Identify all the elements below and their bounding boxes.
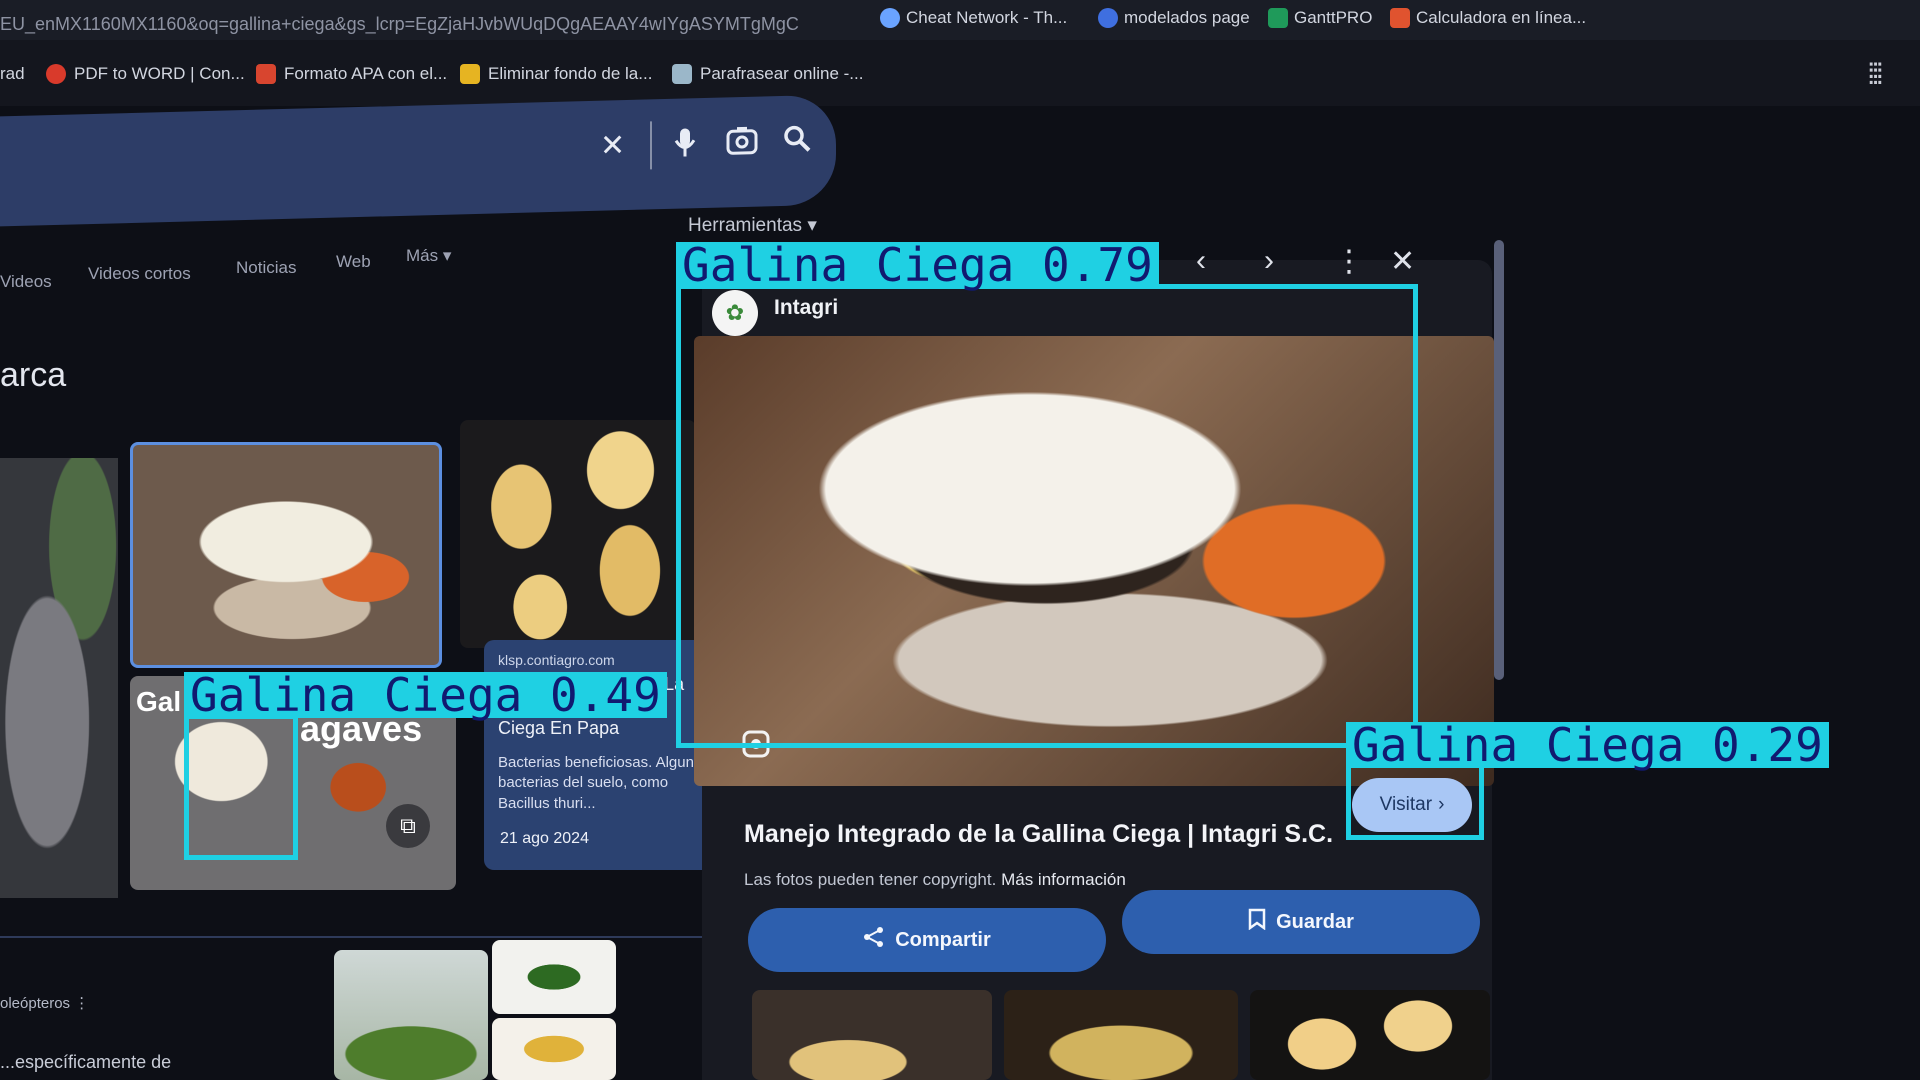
bookmark-parafrasear[interactable]: Parafrasear online -... [672, 64, 863, 84]
bookmark-modelados[interactable]: modelados page [1098, 8, 1250, 28]
search-bar[interactable]: ✕ [0, 94, 836, 228]
related-image[interactable] [1004, 990, 1238, 1080]
detection-box [1346, 762, 1484, 840]
more-info-link[interactable]: Más información [1001, 870, 1126, 889]
image-icon: ⧉ [386, 804, 430, 848]
tools-button[interactable]: Herramientas ▾ [688, 214, 817, 237]
clear-icon[interactable]: ✕ [600, 128, 625, 164]
share-icon [863, 926, 885, 954]
bookmark-label: PDF to WORD | Con... [74, 64, 245, 83]
camera-lens-icon[interactable] [726, 125, 758, 164]
globe-icon [1098, 8, 1118, 28]
bookmark-rad[interactable]: rad [0, 64, 25, 84]
tab-videos[interactable]: Videos [0, 272, 52, 292]
copyright-notice: Las fotos pueden tener copyright. Más in… [744, 870, 1126, 890]
preview-scrollbar[interactable] [1494, 240, 1504, 680]
image-result-field[interactable] [334, 950, 488, 1080]
preview-title[interactable]: Manejo Integrado de la Gallina Ciega | I… [744, 820, 1333, 849]
more-vert-icon[interactable]: ⋮ [1334, 244, 1364, 279]
grid-caption: Gal [136, 686, 182, 717]
tab-mas[interactable]: Más ▾ [406, 246, 451, 266]
chevron-down-icon: ▾ [802, 215, 817, 236]
calculator-icon [1390, 8, 1410, 28]
bookmark-icon [1248, 908, 1266, 936]
chevron-down-icon: ▾ [438, 246, 452, 265]
bookmark-ganttpro[interactable]: GanttPRO [1268, 8, 1372, 28]
bookmark-label: Parafrasear online -... [700, 64, 864, 83]
page-heading: arca [0, 356, 67, 394]
bookmark-eliminar-fondo[interactable]: Eliminar fondo de la... [460, 64, 652, 84]
address-bar[interactable]: EU_enMX1160MX1160&oq=gallina+ciega&gs_lc… [0, 0, 1920, 40]
chevron-left-icon[interactable]: ‹ [1196, 244, 1206, 278]
bookmark-label: rad [0, 64, 25, 83]
bookmark-cheat-network[interactable]: Cheat Network - Th... [880, 8, 1067, 28]
related-image[interactable] [752, 990, 992, 1080]
search-tabs: Videos Videos cortos Noticias Web Más ▾ [0, 236, 700, 291]
copyright-text: Las fotos pueden tener copyright. [744, 870, 997, 889]
save-button[interactable]: Guardar [1122, 890, 1480, 954]
tab-mas-label: Más [406, 246, 439, 265]
tab-web[interactable]: Web [336, 252, 371, 272]
tools-label: Herramientas [688, 215, 803, 236]
detection-label: Galina Ciega 0.29 [1346, 722, 1829, 768]
lower-result-label-text: oleópteros [0, 995, 71, 1012]
apa-icon [256, 64, 276, 84]
pdf-icon [46, 64, 66, 84]
ganttpro-icon [1268, 8, 1288, 28]
save-label: Guardar [1276, 910, 1354, 933]
bookmark-label: GanttPRO [1294, 8, 1373, 27]
lower-result-text: ...específicamente de [0, 1052, 172, 1072]
detection-label: Galina Ciega 0.79 [676, 242, 1159, 288]
more-vert-icon[interactable]: ⋮ [74, 995, 89, 1012]
lower-result-label: oleópteros ⋮ [0, 994, 89, 1012]
chevron-right-icon[interactable]: › [1264, 244, 1274, 278]
bookmark-label: Calculadora en línea... [1416, 8, 1587, 27]
detection-box [676, 284, 1418, 748]
bookmark-label: Cheat Network - Th... [906, 8, 1068, 27]
globe-icon [880, 8, 900, 28]
detection-box [184, 714, 298, 860]
remove-bg-icon [460, 64, 480, 84]
image-result-leaf[interactable] [492, 940, 616, 1014]
bookmarks-bar: rad PDF to WORD | Con... Formato APA con… [0, 40, 1920, 106]
share-button[interactable]: Compartir [748, 908, 1106, 972]
bookmark-label: Formato APA con el... [284, 64, 448, 83]
url-text: EU_enMX1160MX1160&oq=gallina+ciega&gs_lc… [0, 14, 799, 34]
info-card-date: 21 ago 2024 [500, 830, 589, 847]
search-icon[interactable] [782, 123, 812, 162]
tab-noticias[interactable]: Noticias [236, 258, 296, 278]
microphone-icon[interactable] [672, 126, 698, 167]
related-image[interactable] [1250, 990, 1490, 1080]
share-label: Compartir [895, 928, 991, 951]
image-result-seeds[interactable] [492, 1018, 616, 1080]
info-card-description: Bacterias beneficiosas. Algunas bacteria… [498, 754, 710, 812]
search-divider [650, 121, 652, 170]
bookmark-formato-apa[interactable]: Formato APA con el... [256, 64, 447, 84]
paraphrase-icon [672, 64, 692, 84]
tab-videos-cortos[interactable]: Videos cortos [88, 264, 191, 284]
bookmark-calculadora[interactable]: Calculadora en línea... [1390, 8, 1586, 28]
bookmark-label: Eliminar fondo de la... [488, 64, 653, 83]
photo-of-screen: EU_enMX1160MX1160&oq=gallina+ciega&gs_lc… [0, 0, 1920, 1080]
detection-label: Galina Ciega 0.49 [184, 672, 667, 718]
bookmark-label: modelados page [1124, 8, 1250, 27]
image-result-rock[interactable] [0, 458, 118, 898]
apps-grid-icon[interactable]: ⁞⁞⁞ [1867, 58, 1884, 92]
image-result-grubs[interactable] [460, 420, 696, 648]
image-result-grub-selected[interactable] [130, 442, 442, 668]
close-icon[interactable]: ✕ [1390, 244, 1415, 279]
bookmark-pdf-to-word[interactable]: PDF to WORD | Con... [46, 64, 245, 84]
